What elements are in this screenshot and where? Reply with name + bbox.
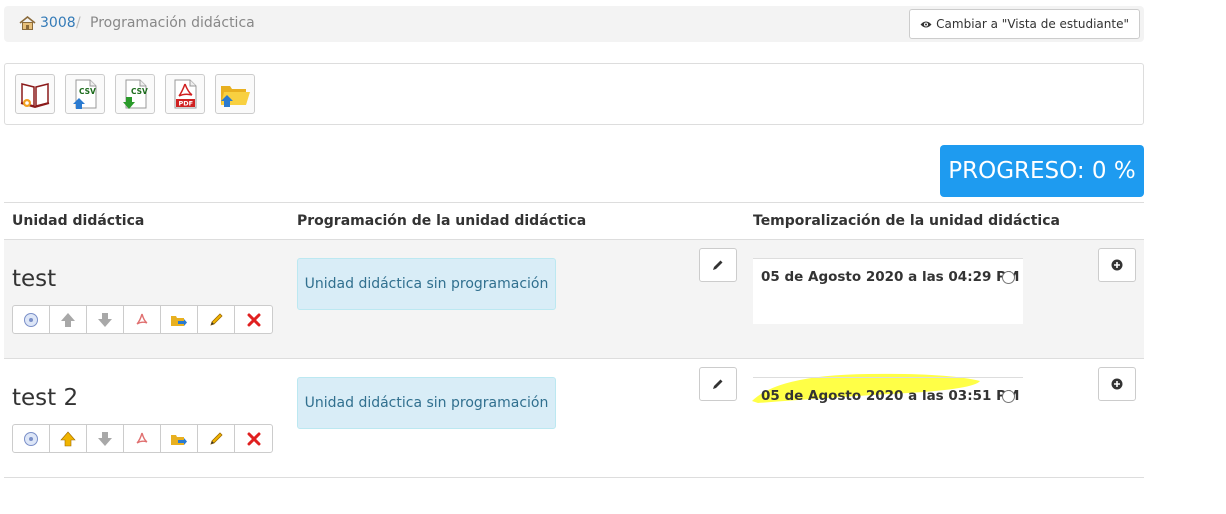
column-header-schedule: Temporalización de la unidad didáctica [753, 213, 1060, 229]
schedule-radio[interactable] [1002, 390, 1015, 403]
schedule-date: 05 de Agosto 2020 a las 03:51 PM [761, 388, 1020, 404]
move-up-button[interactable] [50, 425, 87, 452]
disc-icon [24, 312, 38, 327]
add-schedule-button[interactable] [1098, 248, 1136, 282]
add-schedule-button[interactable] [1098, 367, 1136, 401]
folder-import-button[interactable] [215, 74, 255, 114]
schedule-entry: 05 de Agosto 2020 a las 04:29 PM [753, 258, 1023, 324]
delete-icon [247, 313, 260, 326]
move-down-button[interactable] [87, 306, 124, 333]
delete-icon [247, 432, 260, 445]
schedule-radio[interactable] [1002, 271, 1015, 284]
edit-unit-button[interactable] [198, 425, 235, 452]
units-table: Unidad didáctica Programación de la unid… [4, 202, 1144, 478]
unit-name: test 2 [12, 385, 79, 411]
student-view-label: Cambiar a "Vista de estudiante" [936, 17, 1129, 31]
csv-export-label: CSV [131, 87, 148, 96]
table-row: test Unidad didáctica sin programación 0… [4, 240, 1144, 359]
folder-import-icon [221, 86, 250, 107]
pdf-unit-button[interactable] [124, 306, 161, 333]
toolbar: CSV CSV PDF [4, 63, 1144, 125]
schedule-date: 05 de Agosto 2020 a las 04:29 PM [761, 269, 1020, 285]
csv-import-button[interactable]: CSV [65, 74, 105, 114]
plus-circle-icon [1111, 378, 1123, 390]
breadcrumb-home-link[interactable]: 3008 [19, 15, 76, 31]
disc-icon [24, 431, 38, 446]
unit-name: test [12, 266, 57, 292]
export-folder-button[interactable] [161, 425, 198, 452]
home-icon [19, 16, 36, 30]
breadcrumb: 3008 / Programación didáctica Cambiar a … [4, 6, 1144, 42]
table-row: test 2 Unidad didáctica sin programación… [4, 359, 1144, 478]
breadcrumb-current: Programación didáctica [90, 15, 255, 31]
arrow-up-icon [60, 431, 76, 446]
pencil-icon [210, 431, 223, 445]
arrow-down-icon [98, 431, 112, 446]
csv-import-icon: CSV [73, 79, 97, 109]
view-button[interactable] [13, 425, 50, 452]
schedule-entry: 05 de Agosto 2020 a las 03:51 PM [753, 377, 1023, 443]
view-button[interactable] [13, 306, 50, 333]
pdf-icon [136, 313, 148, 325]
column-header-unit: Unidad didáctica [12, 213, 145, 229]
progress-badge: PROGRESO: 0 % [940, 145, 1144, 197]
pencil-icon [713, 260, 723, 270]
move-down-button[interactable] [87, 425, 124, 452]
edit-programming-button[interactable] [699, 367, 737, 401]
delete-unit-button[interactable] [235, 306, 272, 333]
csv-import-label: CSV [79, 87, 96, 96]
eye-icon [920, 21, 932, 27]
breadcrumb-home-label[interactable]: 3008 [40, 15, 76, 31]
pdf-unit-button[interactable] [124, 425, 161, 452]
book-tool-button[interactable] [15, 74, 55, 114]
no-programming-alert: Unidad didáctica sin programación [297, 377, 556, 429]
table-header: Unidad didáctica Programación de la unid… [4, 202, 1144, 240]
pdf-label: PDF [179, 100, 194, 108]
arrow-up-icon [61, 312, 75, 327]
breadcrumb-separator: / [76, 15, 81, 31]
export-folder-button[interactable] [161, 306, 198, 333]
folder-arrow-icon [171, 434, 187, 445]
plus-circle-icon [1111, 259, 1123, 271]
unit-actions [12, 305, 273, 334]
unit-actions [12, 424, 273, 453]
edit-programming-button[interactable] [699, 248, 737, 282]
pencil-icon [713, 379, 723, 389]
pdf-icon [136, 432, 148, 444]
student-view-button[interactable]: Cambiar a "Vista de estudiante" [909, 9, 1140, 39]
pdf-icon: PDF [174, 79, 197, 109]
folder-arrow-icon [171, 315, 187, 326]
csv-export-button[interactable]: CSV [115, 74, 155, 114]
csv-export-icon: CSV [123, 79, 148, 109]
column-header-programming: Programación de la unidad didáctica [297, 213, 587, 229]
delete-unit-button[interactable] [235, 425, 272, 452]
edit-unit-button[interactable] [198, 306, 235, 333]
book-icon [20, 83, 50, 109]
move-up-button[interactable] [50, 306, 87, 333]
no-programming-alert: Unidad didáctica sin programación [297, 258, 556, 310]
pdf-button[interactable]: PDF [165, 74, 205, 114]
arrow-down-icon [98, 312, 112, 327]
pencil-icon [210, 312, 223, 326]
